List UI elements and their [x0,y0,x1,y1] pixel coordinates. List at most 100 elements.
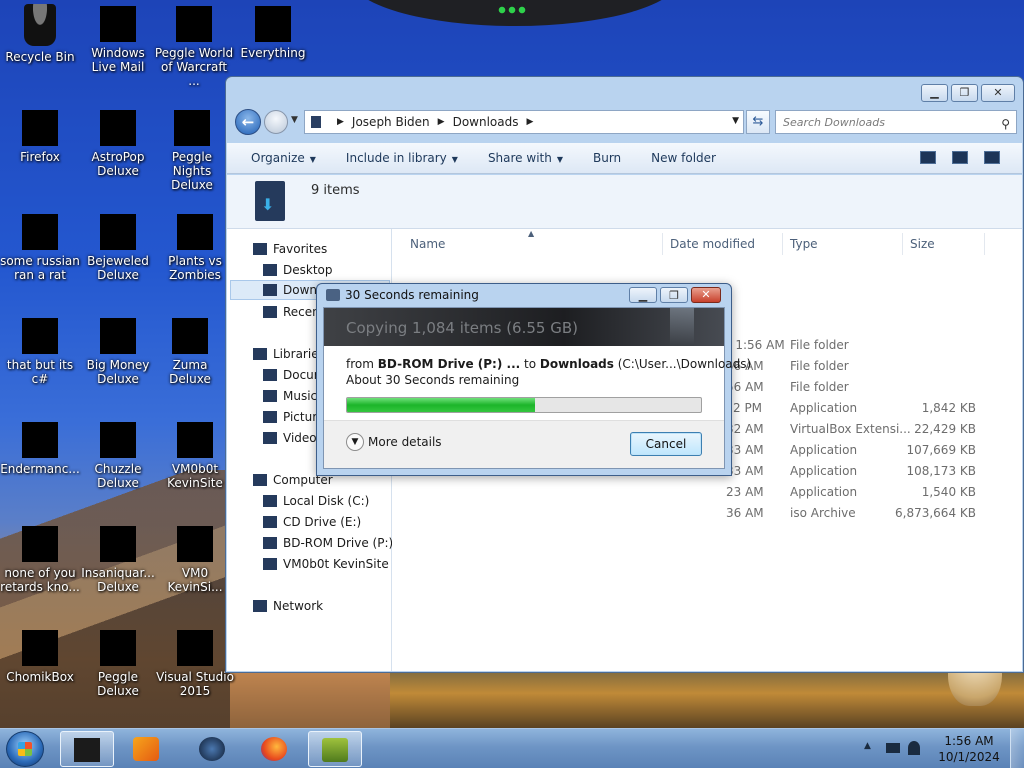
preview-pane-icon[interactable] [952,151,968,164]
nav-bd-rom-drive[interactable]: BD-ROM Drive (P:) V [263,533,405,553]
desktop-icon-everything[interactable]: Everything [233,0,313,60]
back-button[interactable]: ← [235,109,261,135]
source-link[interactable]: BD-ROM Drive (P:) ... [378,357,520,371]
nav-vm-kevinsite[interactable]: VM0b0t KevinSite [263,554,389,574]
breadcrumb-separator-icon[interactable]: ▶ [526,117,533,127]
desktop-icon-peggle-wow[interactable]: Peggle World of Warcraft ... [154,0,234,88]
destination-link[interactable]: Downloads [540,357,614,371]
nav-music[interactable]: Music [263,386,317,406]
nav-local-disk[interactable]: Local Disk (C:) [263,491,369,511]
gadget-indicator-lights [497,6,527,14]
desktop-icon-vm0b0t-kevinsite[interactable]: VM0b0t KevinSite [155,416,235,490]
column-divider[interactable] [902,233,903,255]
desktop-icon-zuma[interactable]: Zuma Deluxe [150,312,230,386]
taskbar-explorer-button[interactable] [60,731,114,767]
recent-pages-chevron-icon[interactable]: ▼ [291,115,298,125]
desktop-icon-some-russian[interactable]: some russian ran a rat [0,208,80,282]
nav-desktop[interactable]: Desktop [263,260,333,280]
desktop-icon-endermanc[interactable]: Endermanc... [0,416,80,476]
breadcrumb-joseph-biden[interactable]: Joseph Biden [352,115,430,129]
search-icon[interactable]: ⚲ [1001,113,1010,135]
chuzzle-icon [100,422,136,458]
desktop-icon-peggle-nights[interactable]: Peggle Nights Deluxe [152,104,232,192]
include-in-library-menu[interactable]: Include in library ▼ [346,151,458,165]
dialog-minimize-button[interactable]: ▁ [629,287,657,303]
desktop-icon-none-of-you[interactable]: none of you retards kno... [0,520,80,594]
organize-menu[interactable]: Organize ▼ [251,151,316,165]
desktop-icon-big-money[interactable]: Big Money Deluxe [78,312,158,386]
column-header-type[interactable]: Type [790,237,818,251]
taskbar-firefox-button[interactable] [248,731,302,767]
nav-videos[interactable]: Videos [263,428,323,448]
column-header-size[interactable]: Size [910,237,935,251]
maximize-button[interactable]: ❐ [951,84,978,102]
breadcrumb-downloads[interactable]: Downloads [453,115,519,129]
from-label: from [346,357,374,371]
desktop-icon-windows-live-mail[interactable]: Windows Live Mail [78,0,158,74]
dialog-maximize-button[interactable]: ❐ [660,287,688,303]
change-view-icon[interactable] [920,151,936,164]
nav-favorites[interactable]: Favorites [253,239,327,259]
desktop-icon-chuzzle[interactable]: Chuzzle Deluxe [78,416,158,490]
close-icon: ✕ [993,86,1003,99]
desktop-icon-firefox[interactable]: Firefox [0,104,80,164]
column-divider[interactable] [984,233,985,255]
column-header-date-modified[interactable]: Date modified [670,237,755,251]
address-bar-row: ← ▼ ▶ Joseph Biden ▶ Downloads ▶ ▼ ⇆ ⚲ [232,107,1017,137]
minimize-icon: ▁ [930,86,939,99]
volume-icon[interactable] [908,741,920,755]
close-icon: ✕ [701,288,711,301]
breadcrumb-separator-icon[interactable]: ▶ [438,117,445,127]
minimize-button[interactable]: ▁ [921,84,948,102]
desktop-icon-peggle-deluxe[interactable]: Peggle Deluxe [78,624,158,698]
breadcrumb-separator-icon[interactable]: ▶ [337,117,344,127]
close-button[interactable]: ✕ [981,84,1015,102]
copy-summary: Copying 1,084 items (6.55 GB) [346,319,578,337]
clock[interactable]: 1:56 AM 10/1/2024 [934,733,1004,765]
nav-libraries[interactable]: Libraries [253,344,325,364]
search-box[interactable]: ⚲ [775,110,1017,134]
windows-live-mail-icon [100,6,136,42]
taskbar-chomikbox-button[interactable] [308,731,362,767]
dialog-close-button[interactable]: ✕ [691,287,721,303]
dialog-window-controls: ▁ ❐ ✕ [629,287,721,303]
show-hidden-icons-icon[interactable]: ▲ [864,741,871,751]
desktop-icon-recycle-bin[interactable]: Recycle Bin [0,0,80,64]
address-dropdown-icon[interactable]: ▼ [732,116,739,126]
table-row[interactable]: 36 AM iso Archive 6,873,664 KB [392,503,1022,524]
column-header-name[interactable]: Name [410,237,445,251]
desktop-icon-vm0-kevinsite[interactable]: VM0 KevinSi... [155,520,235,594]
desktop-icon-that-but-its-csharp[interactable]: that but its c# [0,312,80,386]
column-divider[interactable] [662,233,663,255]
burn-button[interactable]: Burn [593,151,621,165]
more-details-toggle[interactable]: ▼ More details [346,433,442,451]
nav-network[interactable]: Network [253,596,323,616]
chevron-down-icon: ▼ [309,155,316,164]
forward-button[interactable] [264,110,288,134]
globe-icon [199,737,225,761]
refresh-button[interactable]: ⇆ [746,110,770,134]
desktop-icon-plants-vs-zombies[interactable]: Plants vs Zombies [155,208,235,282]
taskbar-app-button[interactable] [186,731,240,767]
search-input[interactable] [783,116,983,129]
share-with-menu[interactable]: Share with ▼ [488,151,563,165]
nav-cd-drive[interactable]: CD Drive (E:) [263,512,361,532]
help-icon[interactable] [984,151,1000,164]
desktop-icon-chomikbox[interactable]: ChomikBox [0,624,80,684]
start-button[interactable] [6,731,44,767]
desktop-icon-bejeweled[interactable]: Bejeweled Deluxe [78,208,158,282]
disc-drive-icon [263,537,277,549]
cancel-button[interactable]: Cancel [630,432,702,456]
taskbar-media-player-button[interactable] [120,731,174,767]
desktop-icon-visual-studio[interactable]: Visual Studio 2015 [155,624,235,698]
address-bar[interactable]: ▶ Joseph Biden ▶ Downloads ▶ ▼ [304,110,744,134]
desktop-icon-astropop[interactable]: AstroPop Deluxe [78,104,158,178]
column-divider[interactable] [782,233,783,255]
show-desktop-button[interactable] [1010,729,1024,768]
insaniquarium-icon [100,526,136,562]
destination-path: (C:\User...\Downloads) [617,357,752,371]
desktop-icon-insaniquarium[interactable]: Insaniquar... Deluxe [78,520,158,594]
table-row[interactable]: 23 AM Application 1,540 KB [392,482,1022,503]
new-folder-button[interactable]: New folder [651,151,716,165]
network-status-icon[interactable] [886,743,900,753]
